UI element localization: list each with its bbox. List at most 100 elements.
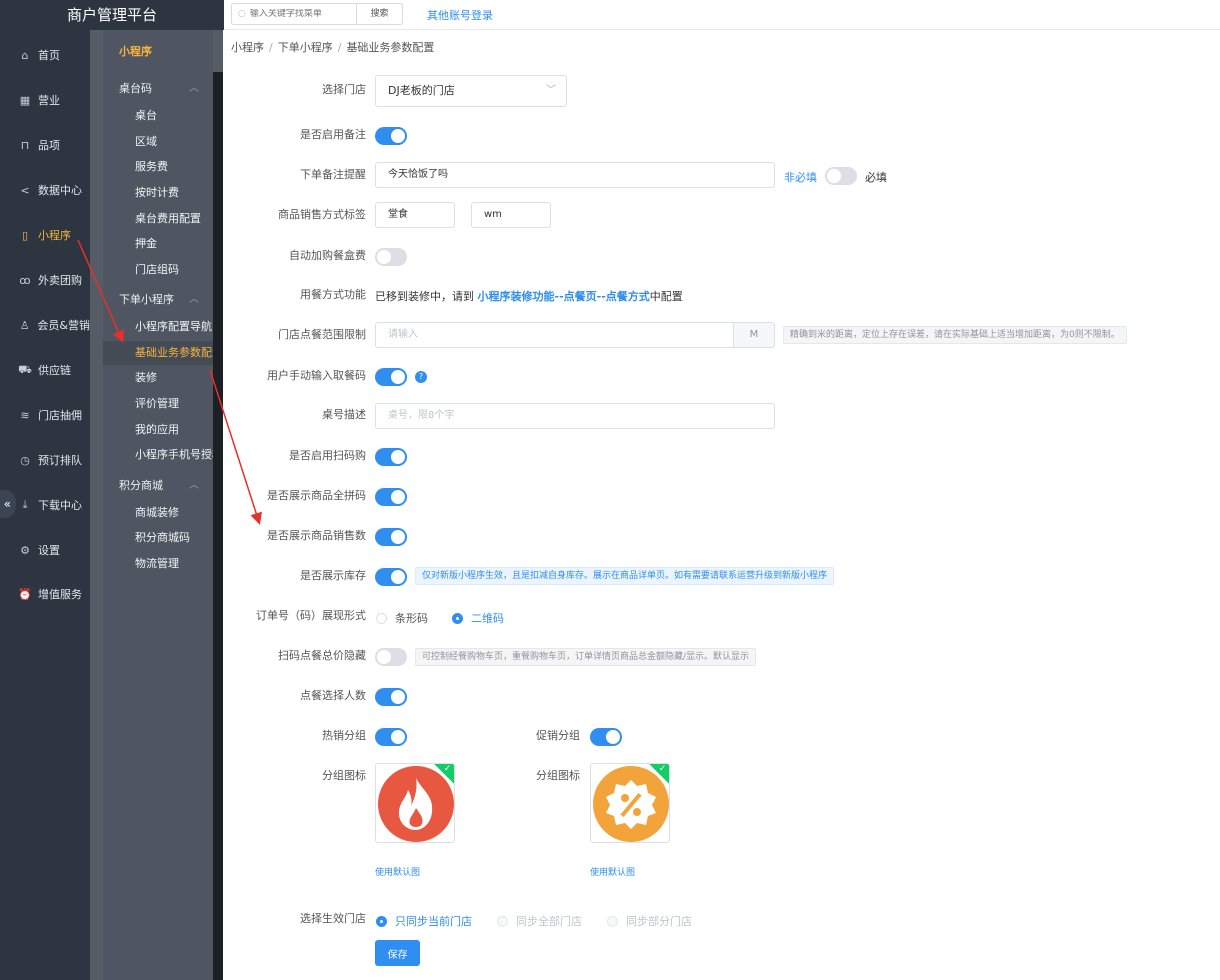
bike-icon: ꝏ — [19, 273, 31, 287]
search-icon: ○ — [238, 9, 246, 19]
sub-sidebar-scrollbar[interactable] — [213, 72, 223, 980]
clock-icon: ◷ — [20, 453, 30, 467]
share-icon: < — [20, 183, 30, 197]
user-icon: ♙ — [19, 318, 30, 332]
hot-group-icon-upload[interactable]: ✓ — [375, 763, 455, 843]
sub-item-logistics[interactable]: 物流管理 — [103, 552, 213, 576]
chevron-down-icon: ﹀ — [546, 85, 556, 96]
sub-item-deposit[interactable]: 押金 — [103, 232, 213, 256]
chevron-up-icon: ︿ — [189, 294, 199, 305]
order-code-barcode-radio[interactable]: 条形码 — [376, 610, 428, 626]
show-pinyin-switch[interactable] — [375, 488, 407, 506]
sub-item-my-apps[interactable]: 我的应用 — [103, 418, 213, 442]
remark-tip-input[interactable]: 今天恰饭了吗 — [375, 162, 775, 188]
auto-box-label: 自动加购餐盒费 — [289, 249, 366, 262]
fire-icon — [378, 766, 454, 842]
manual-code-switch[interactable] — [375, 368, 407, 386]
sub-item-reviews[interactable]: 评价管理 — [103, 392, 213, 416]
hot-use-default-link[interactable]: 使用默认图 — [375, 865, 420, 878]
discount-badge-icon — [593, 766, 669, 842]
sale-tag-takeout-input[interactable]: wm — [471, 202, 551, 228]
sub-item-area[interactable]: 区域 — [103, 130, 213, 154]
nav-item-member[interactable]: ♙ 会员&营销 — [0, 311, 90, 339]
double-chevron-left-icon: « — [3, 497, 11, 511]
promo-group-switch[interactable] — [590, 728, 622, 746]
order-code-label: 订单号（码）展现形式 — [256, 609, 366, 622]
range-tip: 精确到米的距离，定位上存在误差，请在实际基础上适当增加距离，为0则不限制。 — [783, 326, 1127, 344]
chevron-up-icon: ︿ — [189, 480, 199, 491]
effect-all-stores-radio[interactable]: 同步全部门店 — [497, 913, 582, 929]
nav-item-reservation[interactable]: ◷ 预订排队 — [0, 446, 90, 474]
menu-search-input[interactable] — [249, 9, 350, 19]
hot-group-label: 热销分组 — [322, 729, 366, 742]
effect-current-store-radio[interactable]: 只同步当前门店 — [376, 913, 472, 929]
sub-group-order-mini[interactable]: 下单小程序 ︿ — [103, 288, 213, 312]
order-code-qrcode-radio[interactable]: 二维码 — [452, 610, 504, 626]
remark-optional-label: 非必填 — [784, 171, 817, 184]
auto-box-switch[interactable] — [375, 248, 407, 266]
sale-tag-label: 商品销售方式标签 — [278, 208, 366, 221]
sale-tag-dinein-input[interactable]: 堂食 — [375, 202, 455, 228]
search-button[interactable]: 搜索 — [357, 3, 403, 25]
sub-nav-title: 小程序 — [119, 45, 152, 58]
menu-search-box[interactable]: ○ — [231, 3, 357, 25]
table-desc-label: 桌号描述 — [322, 408, 366, 421]
hot-group-switch[interactable] — [375, 728, 407, 746]
table-desc-input[interactable]: 桌号，限8个字 — [375, 403, 775, 429]
sub-item-table-fee-config[interactable]: 桌台费用配置 — [103, 207, 213, 231]
sub-item-phone-auth[interactable]: 小程序手机号授权 — [103, 443, 213, 467]
breadcrumb-item[interactable]: 下单小程序 — [278, 41, 333, 54]
calendar-icon: ▦ — [19, 93, 31, 107]
promo-group-icon-upload[interactable]: ✓ — [590, 763, 670, 843]
nav-item-mini-program[interactable]: ▯ 小程序 — [0, 221, 90, 249]
sub-item-store-code[interactable]: 门店组码 — [103, 258, 213, 282]
breadcrumb: 小程序 / 下单小程序 / 基础业务参数配置 — [231, 41, 435, 54]
nav-item-home[interactable]: ⌂ 首页 — [0, 41, 90, 69]
range-input[interactable]: 请输入 — [375, 322, 734, 348]
range-unit: M — [733, 322, 775, 348]
save-button[interactable]: 保存 — [375, 940, 420, 966]
store-select[interactable]: DJ老板的门店 ﹀ — [375, 75, 567, 107]
breadcrumb-item[interactable]: 小程序 — [231, 41, 264, 54]
dining-note: 已移到装修中，请到 小程序装修功能--点餐页--点餐方式中配置 — [375, 290, 683, 303]
nav-item-data-center[interactable]: < 数据中心 — [0, 176, 90, 204]
sub-item-mall-decoration[interactable]: 商城装修 — [103, 501, 213, 525]
sub-item-table[interactable]: 桌台 — [103, 104, 213, 128]
remark-enable-switch[interactable] — [375, 127, 407, 145]
hide-total-switch[interactable] — [375, 648, 407, 666]
effect-some-stores-radio[interactable]: 同步部分门店 — [607, 913, 692, 929]
show-sales-switch[interactable] — [375, 528, 407, 546]
nav-item-supply[interactable]: ⛟ 供应链 — [0, 356, 90, 384]
manual-code-label: 用户手动输入取餐码 — [267, 369, 366, 382]
dining-config-link[interactable]: 小程序装修功能--点餐页--点餐方式 — [478, 290, 650, 303]
promo-use-default-link[interactable]: 使用默认图 — [590, 865, 635, 878]
sub-item-time-billing[interactable]: 按时计费 — [103, 181, 213, 205]
other-account-login-link[interactable]: 其他账号登录 — [427, 7, 493, 23]
sub-group-table-code[interactable]: 桌台码 ︿ — [103, 77, 213, 101]
sub-item-decoration[interactable]: 装修 — [103, 366, 213, 390]
scan-buy-label: 是否启用扫码购 — [289, 449, 366, 462]
show-stock-label: 是否展示库存 — [300, 569, 366, 582]
sub-group-points-mall[interactable]: 积分商城 ︿ — [103, 474, 213, 498]
sub-item-basic-params[interactable]: 基础业务参数配置 — [103, 341, 213, 365]
group-icon-label-2: 分组图标 — [536, 769, 580, 782]
nav-item-takeout[interactable]: ꝏ 外卖团购 — [0, 266, 90, 294]
nav-item-value-added[interactable]: ⏰ 增值服务 — [0, 580, 90, 608]
nav-item-commission[interactable]: ≋ 门店抽佣 — [0, 401, 90, 429]
nav-item-products[interactable]: ⊓ 品项 — [0, 131, 90, 159]
sub-item-config-nav[interactable]: 小程序配置导航 — [103, 315, 213, 339]
gear-icon: ⚙ — [20, 543, 30, 557]
help-icon[interactable]: ? — [415, 371, 427, 383]
sub-item-mall-code[interactable]: 积分商城码 — [103, 526, 213, 550]
show-stock-switch[interactable] — [375, 568, 407, 586]
nav-item-business[interactable]: ▦ 营业 — [0, 86, 90, 114]
tablet-icon: ▯ — [21, 228, 29, 242]
remark-required-switch[interactable] — [825, 167, 857, 185]
sub-item-service-fee[interactable]: 服务费 — [103, 155, 213, 179]
scan-buy-switch[interactable] — [375, 448, 407, 466]
truck-icon: ⛟ — [18, 362, 32, 376]
people-switch[interactable] — [375, 688, 407, 706]
dining-label: 用餐方式功能 — [300, 288, 366, 301]
top-bar: ○ 搜索 其他账号登录 — [223, 0, 1220, 30]
nav-item-settings[interactable]: ⚙ 设置 — [0, 536, 90, 564]
